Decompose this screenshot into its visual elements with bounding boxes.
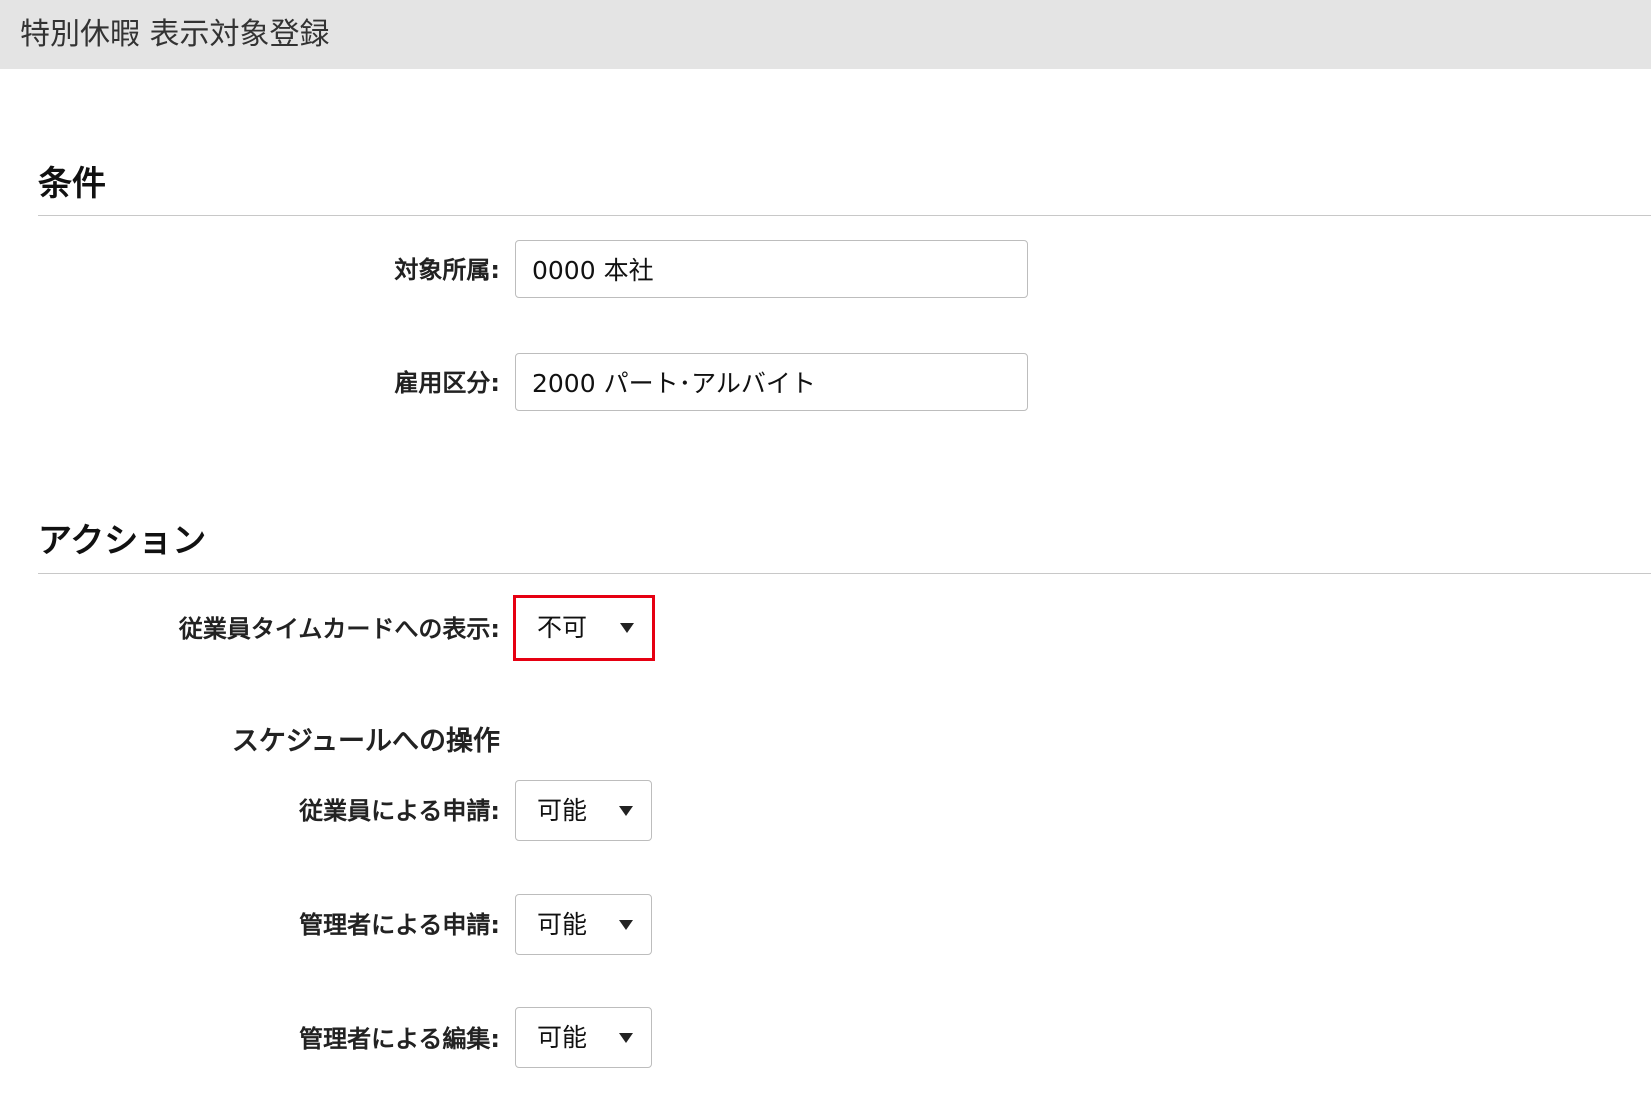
schedule-operations-subheading: スケジュールへの操作: [231, 726, 500, 757]
actions-divider: [38, 573, 1651, 574]
employment-type-field[interactable]: [515, 353, 1028, 411]
dropdown-caret-icon: [619, 919, 633, 930]
title-bar: 特別休暇 表示対象登録: [0, 0, 1651, 69]
department-field[interactable]: [515, 240, 1028, 298]
employee-request-select[interactable]: 可能: [515, 780, 652, 841]
employee-request-value: 可能: [537, 796, 588, 825]
actions-heading: アクション: [38, 521, 207, 561]
timecard-display-value: 不可: [537, 613, 588, 642]
page-title: 特別休暇 表示対象登録: [20, 17, 330, 52]
manager-request-value: 可能: [537, 910, 588, 939]
department-label: 対象所属:: [394, 256, 500, 284]
manager-request-select[interactable]: 可能: [515, 894, 652, 955]
manager-request-label: 管理者による申請:: [299, 911, 500, 939]
manager-edit-value: 可能: [537, 1023, 588, 1052]
conditions-heading: 条件: [38, 164, 106, 204]
conditions-divider: [38, 215, 1651, 216]
timecard-display-label: 従業員タイムカードへの表示:: [178, 615, 500, 643]
manager-edit-select[interactable]: 可能: [515, 1007, 652, 1068]
employee-request-label: 従業員による申請:: [299, 797, 500, 825]
dropdown-caret-icon: [619, 805, 633, 816]
manager-edit-label: 管理者による編集:: [299, 1025, 500, 1053]
dropdown-caret-icon: [619, 1032, 633, 1043]
timecard-display-select[interactable]: 不可: [513, 595, 655, 661]
dropdown-caret-icon: [620, 623, 634, 633]
employment-type-label: 雇用区分:: [394, 369, 500, 397]
